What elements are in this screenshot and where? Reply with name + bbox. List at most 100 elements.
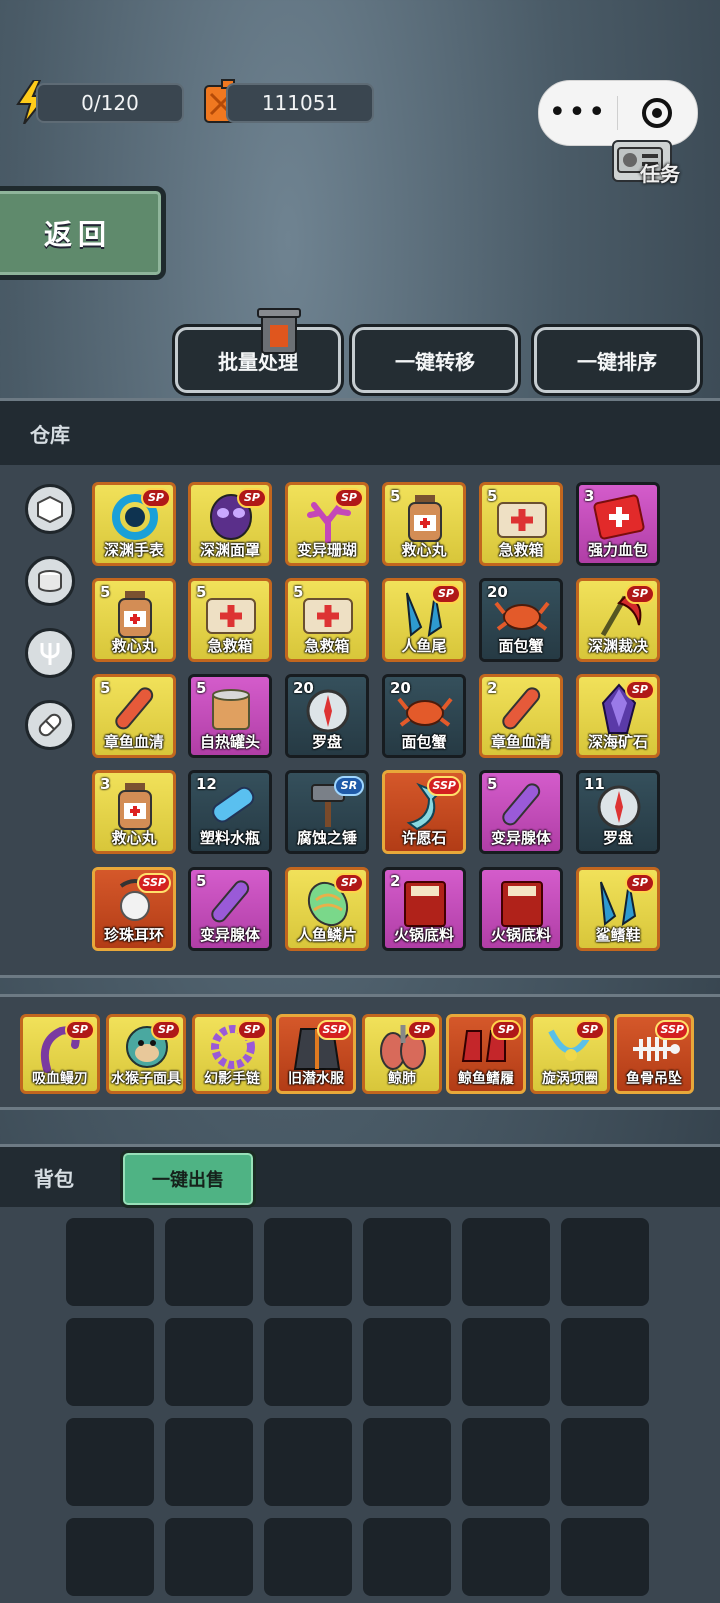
- item-count: 3: [100, 775, 111, 793]
- equipment-slot[interactable]: SP 旋涡项圈: [530, 1014, 610, 1094]
- warehouse-item-slot[interactable]: 5 急救箱: [188, 578, 272, 662]
- empty-backpack-slot[interactable]: [165, 1318, 253, 1406]
- equipment-slot[interactable]: SP 幻影手链: [192, 1014, 272, 1094]
- item-name: 火锅底料: [490, 926, 551, 944]
- empty-backpack-slot[interactable]: [462, 1518, 550, 1596]
- warehouse-item-slot[interactable]: SSP 许愿石: [382, 770, 466, 854]
- warehouse-item-slot[interactable]: 3 强力血包: [576, 482, 660, 566]
- can-icon: [38, 570, 62, 592]
- empty-backpack-slot[interactable]: [165, 1418, 253, 1506]
- warehouse-item-slot[interactable]: SP 人鱼尾: [382, 578, 466, 662]
- empty-backpack-slot[interactable]: [264, 1418, 352, 1506]
- warehouse-item-slot[interactable]: SP 深海矿石: [576, 674, 660, 758]
- item-name: 罗盘: [602, 829, 633, 847]
- equipment-name: 旋涡项圈: [542, 1071, 598, 1087]
- empty-backpack-slot[interactable]: [66, 1518, 154, 1596]
- bottle-icon: [395, 491, 455, 543]
- empty-backpack-slot[interactable]: [561, 1218, 649, 1306]
- empty-backpack-slot[interactable]: [462, 1418, 550, 1506]
- empty-backpack-slot[interactable]: [264, 1518, 352, 1596]
- warehouse-item-slot[interactable]: 5 变异腺体: [188, 867, 272, 951]
- bottle-icon: [105, 779, 165, 831]
- warehouse-item-slot[interactable]: 2 火锅底料: [382, 867, 466, 951]
- item-name: 章鱼血清: [490, 733, 551, 751]
- warehouse-item-slot[interactable]: SSP 珍珠耳环: [92, 867, 176, 951]
- item-name: 许愿石: [401, 829, 447, 847]
- warehouse-item-slot[interactable]: SP 鲨鳍鞋: [576, 867, 660, 951]
- warehouse-item-slot[interactable]: 12 塑料水瓶: [188, 770, 272, 854]
- empty-backpack-slot[interactable]: [363, 1218, 451, 1306]
- empty-backpack-slot[interactable]: [462, 1218, 550, 1306]
- equipment-slot[interactable]: SP 鲸鱼鳍履: [446, 1014, 526, 1094]
- equipment-slot[interactable]: SSP 旧潜水服: [276, 1014, 356, 1094]
- equipment-slot[interactable]: SSP 鱼骨吊坠: [614, 1014, 694, 1094]
- one-click-transfer-button[interactable]: 一键转移: [352, 327, 518, 393]
- item-count: 20: [293, 679, 314, 697]
- item-name: 珍珠耳环: [103, 926, 164, 944]
- equipment-slot[interactable]: SP 水猴子面具: [106, 1014, 186, 1094]
- warehouse-item-slot[interactable]: SP 深渊手表: [92, 482, 176, 566]
- warehouse-item-slot[interactable]: 3 救心丸: [92, 770, 176, 854]
- warehouse-item-slot[interactable]: SP 深渊面罩: [188, 482, 272, 566]
- warehouse-item-slot[interactable]: 5 急救箱: [479, 482, 563, 566]
- category-tools-button[interactable]: [25, 628, 75, 678]
- item-count: 5: [196, 583, 207, 601]
- category-pill-button[interactable]: [25, 700, 75, 750]
- warehouse-item-slot[interactable]: 20 面包蟹: [479, 578, 563, 662]
- empty-backpack-slot[interactable]: [66, 1318, 154, 1406]
- vial-red-icon: [105, 683, 165, 735]
- warehouse-title: 仓库: [30, 423, 70, 447]
- empty-backpack-slot[interactable]: [66, 1418, 154, 1506]
- equipment-slot[interactable]: SP 吸血鳗刃: [20, 1014, 100, 1094]
- empty-backpack-slot[interactable]: [363, 1318, 451, 1406]
- warehouse-item-slot[interactable]: 5 变异腺体: [479, 770, 563, 854]
- warehouse-item-slot[interactable]: 火锅底料: [479, 867, 563, 951]
- task-label[interactable]: 任务: [640, 158, 680, 187]
- warehouse-item-slot[interactable]: SP 人鱼鳞片: [285, 867, 369, 951]
- empty-backpack-slot[interactable]: [66, 1218, 154, 1306]
- empty-backpack-slot[interactable]: [462, 1318, 550, 1406]
- warehouse-item-slot[interactable]: SP 深渊裁决: [576, 578, 660, 662]
- warehouse-item-slot[interactable]: SP 变异珊瑚: [285, 482, 369, 566]
- rarity-badge: SSP: [655, 1020, 689, 1040]
- warehouse-item-slot[interactable]: 5 章鱼血清: [92, 674, 176, 758]
- item-name: 变异腺体: [199, 926, 260, 944]
- category-box-button[interactable]: [25, 484, 75, 534]
- equipment-name: 旧潜水服: [288, 1071, 344, 1087]
- empty-backpack-slot[interactable]: [165, 1218, 253, 1306]
- warehouse-item-slot[interactable]: 20 罗盘: [285, 674, 369, 758]
- empty-backpack-slot[interactable]: [264, 1218, 352, 1306]
- empty-backpack-slot[interactable]: [561, 1318, 649, 1406]
- warehouse-item-slot[interactable]: 5 自热罐头: [188, 674, 272, 758]
- category-can-button[interactable]: [25, 556, 75, 606]
- empty-backpack-slot[interactable]: [363, 1518, 451, 1596]
- sell-label: 一键出售: [152, 1170, 224, 1191]
- more-menu-icon[interactable]: •••: [539, 83, 617, 143]
- warehouse-item-slot[interactable]: 5 急救箱: [285, 578, 369, 662]
- one-click-sort-button[interactable]: 一键排序: [534, 327, 700, 393]
- back-button[interactable]: 返回: [0, 186, 166, 280]
- backpack-title: 背包: [34, 1167, 74, 1191]
- item-count: 5: [196, 679, 207, 697]
- rarity-badge: SP: [431, 584, 461, 604]
- empty-backpack-slot[interactable]: [165, 1518, 253, 1596]
- warehouse-item-slot[interactable]: 11 罗盘: [576, 770, 660, 854]
- item-name: 深渊手表: [103, 541, 164, 559]
- warehouse-item-slot[interactable]: 2 章鱼血清: [479, 674, 563, 758]
- empty-backpack-slot[interactable]: [264, 1318, 352, 1406]
- empty-backpack-slot[interactable]: [561, 1518, 649, 1596]
- warehouse-item-slot[interactable]: 5 救心丸: [382, 482, 466, 566]
- equipment-slot[interactable]: SP 鲸肺: [362, 1014, 442, 1094]
- empty-backpack-slot[interactable]: [561, 1418, 649, 1506]
- item-name: 深渊面罩: [199, 541, 260, 559]
- warehouse-item-slot[interactable]: SR 腐蚀之锤: [285, 770, 369, 854]
- warehouse-item-slot[interactable]: 5 救心丸: [92, 578, 176, 662]
- empty-backpack-slot[interactable]: [363, 1418, 451, 1506]
- warehouse-item-slot[interactable]: 20 面包蟹: [382, 674, 466, 758]
- equipment-name: 鱼骨吊坠: [626, 1071, 682, 1087]
- close-program-button[interactable]: [618, 98, 696, 128]
- item-name: 面包蟹: [401, 733, 447, 751]
- equipment-name: 鲸肺: [388, 1071, 416, 1087]
- one-click-sell-button[interactable]: 一键出售: [120, 1150, 256, 1208]
- vial-red-icon: [492, 683, 552, 735]
